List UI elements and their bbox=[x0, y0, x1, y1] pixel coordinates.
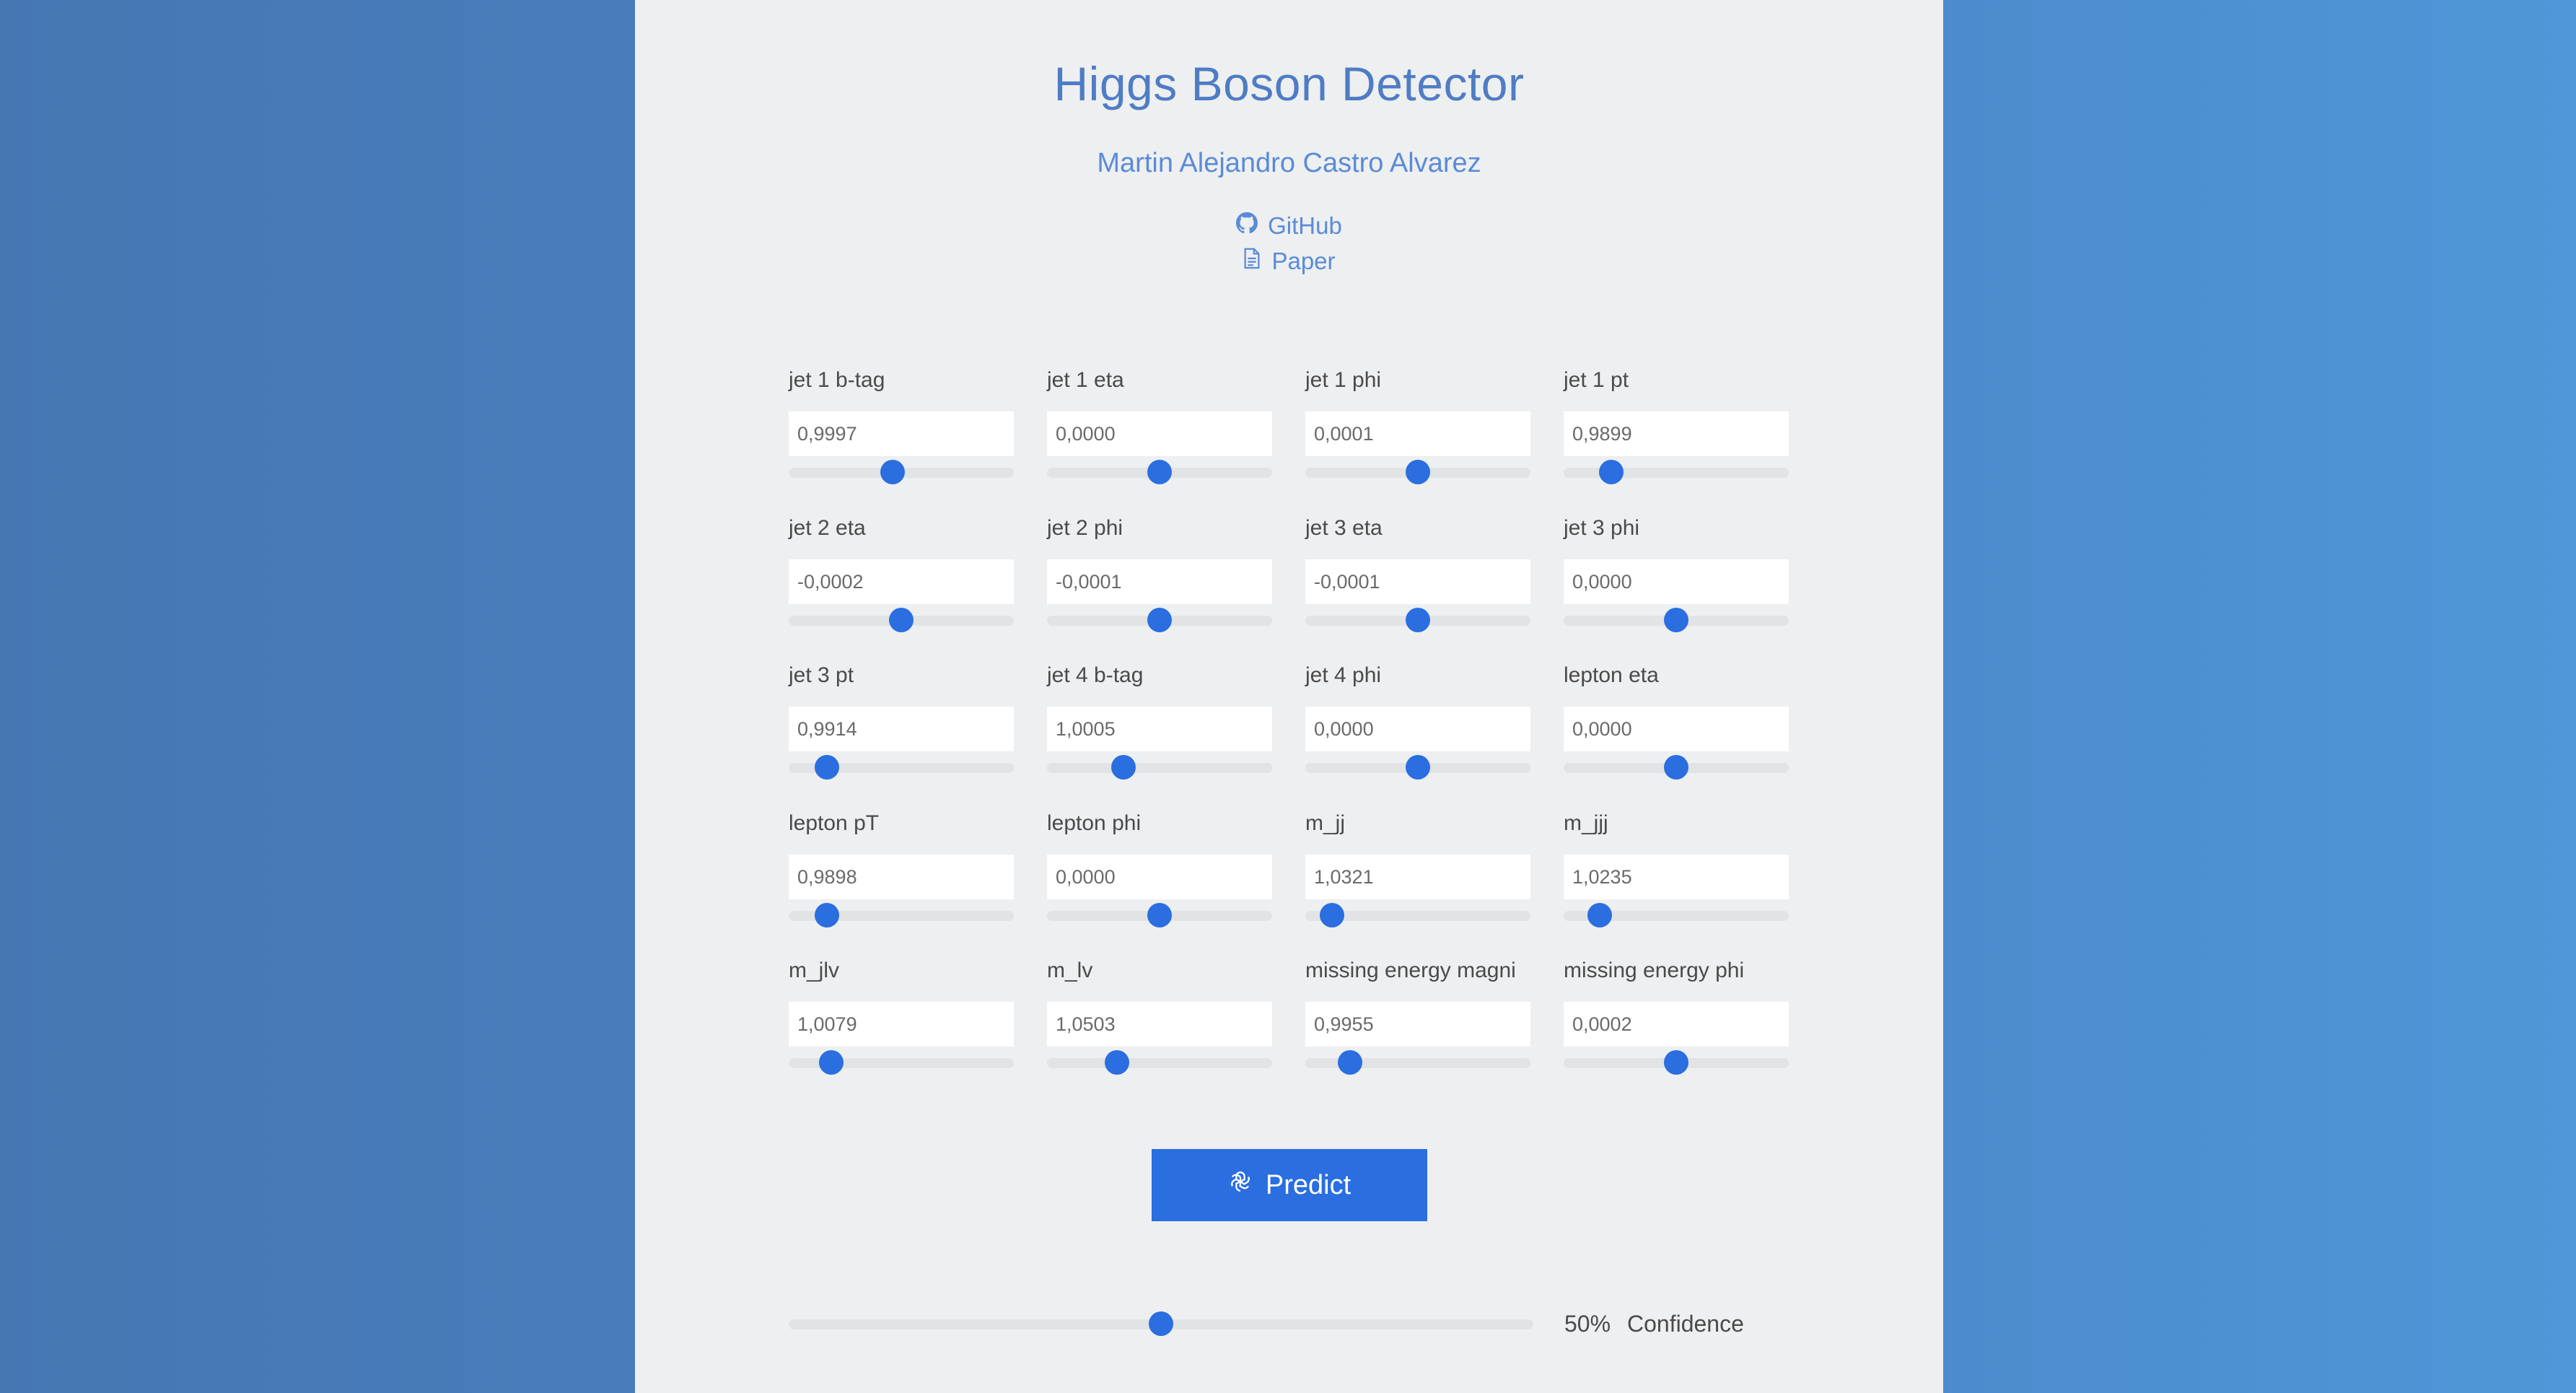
feature-value-input[interactable]: 1,0235 bbox=[1564, 855, 1789, 899]
feature-slider[interactable] bbox=[1305, 460, 1530, 484]
feature-label: jet 3 eta bbox=[1305, 516, 1383, 540]
feature-label: m_jj bbox=[1305, 811, 1346, 835]
feature-value-input[interactable]: 0,9899 bbox=[1564, 411, 1789, 456]
feature-slider[interactable] bbox=[1564, 903, 1789, 927]
feature-slider[interactable] bbox=[1047, 460, 1272, 484]
feature-slider[interactable] bbox=[1305, 608, 1530, 632]
feature-slider[interactable] bbox=[1305, 755, 1530, 780]
feature-label: m_lv bbox=[1047, 958, 1093, 982]
feature-slider[interactable] bbox=[1047, 608, 1272, 632]
confidence-slider[interactable] bbox=[789, 1311, 1533, 1336]
main-panel: Higgs Boson Detector Martin Alejandro Ca… bbox=[635, 0, 1943, 1393]
feature-value-input[interactable]: 0,0001 bbox=[1305, 411, 1530, 456]
feature-slider[interactable] bbox=[789, 608, 1014, 632]
feature-slider[interactable] bbox=[1305, 1050, 1530, 1075]
feature-label: lepton phi bbox=[1047, 811, 1142, 835]
feature-slider[interactable] bbox=[1564, 1050, 1789, 1075]
feature-slider[interactable] bbox=[1047, 1050, 1272, 1075]
feature-value-input[interactable]: 1,0079 bbox=[789, 1002, 1014, 1047]
feature-label: jet 1 phi bbox=[1305, 368, 1382, 392]
feature-label: jet 1 eta bbox=[1047, 368, 1124, 392]
feature-slider[interactable] bbox=[789, 903, 1014, 927]
confidence-slider-thumb[interactable] bbox=[1149, 1311, 1173, 1336]
feature-value-input[interactable]: 1,0005 bbox=[1047, 707, 1272, 751]
page-title: Higgs Boson Detector bbox=[1053, 57, 1525, 110]
feature-slider-thumb[interactable] bbox=[1664, 608, 1688, 632]
feature-label: jet 4 b-tag bbox=[1047, 663, 1144, 687]
feature-slider-thumb[interactable] bbox=[1664, 755, 1688, 780]
feature-slider-thumb[interactable] bbox=[1406, 755, 1430, 780]
feature-label: jet 1 b-tag bbox=[789, 368, 885, 392]
feature-slider-thumb[interactable] bbox=[880, 460, 905, 484]
feature-slider-thumb[interactable] bbox=[1104, 1050, 1129, 1075]
feature-slider-thumb[interactable] bbox=[819, 1050, 844, 1075]
feature-slider[interactable] bbox=[1564, 460, 1789, 484]
feature-value-input[interactable]: 0,9898 bbox=[789, 855, 1014, 899]
feature-slider[interactable] bbox=[1564, 755, 1789, 780]
confidence-label: Confidence bbox=[1627, 1311, 1744, 1337]
feature-value-input[interactable]: 0,0000 bbox=[1564, 707, 1789, 751]
feature-slider[interactable] bbox=[1047, 755, 1272, 780]
github-link[interactable]: GitHub bbox=[635, 212, 1943, 240]
feature-slider[interactable] bbox=[789, 755, 1014, 780]
predict-label: Predict bbox=[1265, 1169, 1351, 1200]
feature-label: missing energy phi bbox=[1564, 958, 1745, 982]
feature-value-input[interactable]: 0,9914 bbox=[789, 707, 1014, 751]
feature-slider-thumb[interactable] bbox=[1147, 608, 1172, 632]
github-label: GitHub bbox=[1268, 212, 1342, 239]
feature-label: jet 2 eta bbox=[789, 516, 866, 540]
feature-slider-thumb[interactable] bbox=[1338, 1050, 1363, 1075]
feature-value-input[interactable]: 0,0000 bbox=[1564, 559, 1789, 604]
feature-slider[interactable] bbox=[1305, 903, 1530, 927]
author-name: Martin Alejandro Castro Alvarez bbox=[1097, 148, 1481, 178]
feature-slider[interactable] bbox=[789, 1050, 1014, 1075]
github-icon bbox=[1236, 212, 1258, 240]
document-icon bbox=[1243, 248, 1261, 275]
feature-label: missing energy magni bbox=[1305, 958, 1516, 982]
feature-slider-thumb[interactable] bbox=[815, 903, 840, 927]
feature-label: lepton eta bbox=[1564, 663, 1659, 687]
feature-label: lepton pT bbox=[789, 811, 880, 835]
feature-slider-thumb[interactable] bbox=[1587, 903, 1612, 927]
feature-label: jet 1 pt bbox=[1564, 368, 1629, 392]
feature-value-input[interactable]: 1,0321 bbox=[1305, 855, 1530, 899]
feature-slider-thumb[interactable] bbox=[1598, 460, 1624, 484]
feature-slider[interactable] bbox=[1047, 903, 1272, 927]
feature-value-input[interactable]: 0,0000 bbox=[1047, 855, 1272, 899]
feature-value-input[interactable]: -0,0001 bbox=[1305, 559, 1530, 604]
feature-value-input[interactable]: 0,0000 bbox=[1047, 411, 1272, 456]
openai-icon bbox=[1228, 1169, 1253, 1201]
feature-slider-thumb[interactable] bbox=[815, 755, 840, 780]
feature-value-input[interactable]: 1,0503 bbox=[1047, 1002, 1272, 1047]
feature-value-input[interactable]: 0,0002 bbox=[1564, 1002, 1789, 1047]
feature-slider[interactable] bbox=[1564, 608, 1789, 632]
confidence-value: 50% bbox=[1564, 1311, 1611, 1337]
feature-slider-thumb[interactable] bbox=[1664, 1050, 1688, 1075]
feature-slider-thumb[interactable] bbox=[889, 608, 914, 632]
feature-slider-thumb[interactable] bbox=[1111, 755, 1136, 780]
feature-value-input[interactable]: -0,0002 bbox=[789, 559, 1014, 604]
feature-label: jet 4 phi bbox=[1305, 663, 1382, 687]
feature-slider-thumb[interactable] bbox=[1147, 903, 1172, 927]
feature-slider-thumb[interactable] bbox=[1320, 903, 1345, 927]
paper-link[interactable]: Paper bbox=[635, 248, 1943, 275]
feature-label: jet 3 phi bbox=[1564, 516, 1640, 540]
feature-value-input[interactable]: 0,9997 bbox=[789, 411, 1014, 456]
feature-label: m_jjj bbox=[1564, 811, 1608, 835]
feature-slider[interactable] bbox=[789, 460, 1014, 484]
feature-label: jet 2 phi bbox=[1047, 516, 1123, 540]
feature-label: m_jlv bbox=[789, 958, 840, 982]
feature-value-input[interactable]: 0,0000 bbox=[1305, 707, 1530, 751]
predict-button[interactable]: Predict bbox=[1152, 1149, 1427, 1221]
feature-slider-thumb[interactable] bbox=[1406, 460, 1430, 484]
paper-label: Paper bbox=[1271, 248, 1336, 274]
feature-slider-thumb[interactable] bbox=[1406, 608, 1430, 632]
feature-label: jet 3 pt bbox=[789, 663, 854, 687]
feature-value-input[interactable]: 0,9955 bbox=[1305, 1002, 1530, 1047]
feature-value-input[interactable]: -0,0001 bbox=[1047, 559, 1272, 604]
feature-slider-thumb[interactable] bbox=[1147, 460, 1172, 484]
